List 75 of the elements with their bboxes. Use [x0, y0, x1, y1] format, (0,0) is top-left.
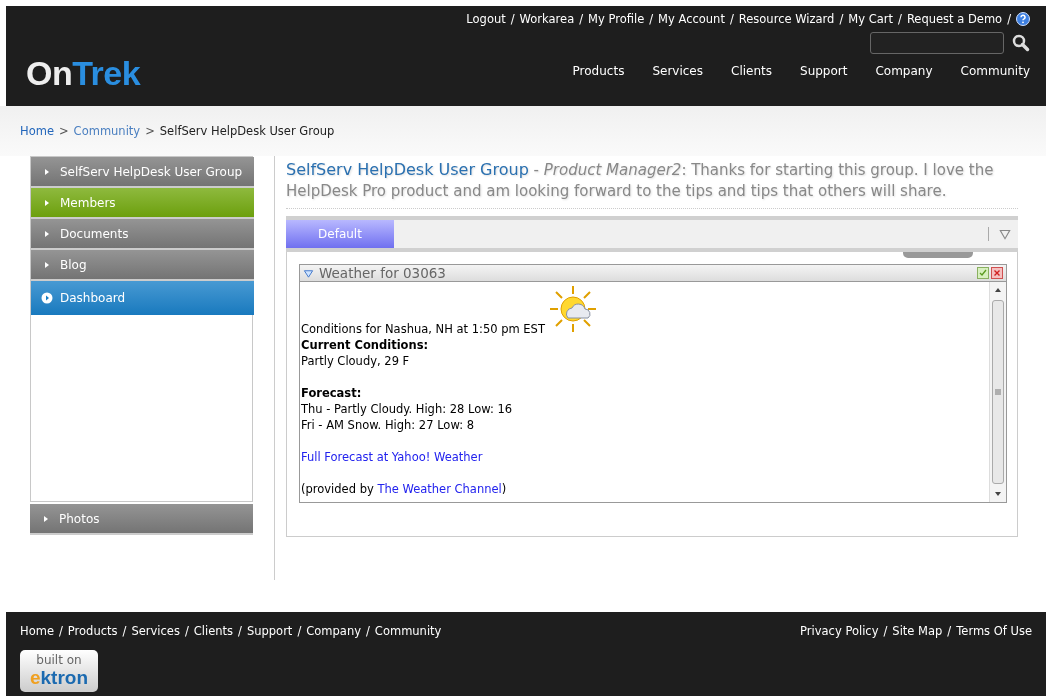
group-intro: SelfServ HelpDesk User Group - Product Manager2: Thanks for starting this group. I love the HelpDesk Pro product and am looking forward to the tips and tips that others will share.	[286, 156, 1018, 209]
nav-link[interactable]: Community	[960, 64, 1030, 78]
separator: /	[297, 624, 302, 638]
separator: /	[184, 624, 189, 638]
search-icon[interactable]	[1012, 34, 1030, 52]
nav-link[interactable]: Services	[652, 64, 703, 78]
nav-link[interactable]: Products	[572, 64, 625, 78]
top-link[interactable]: Request a Demo	[906, 12, 1003, 26]
top-link[interactable]: Workarea	[519, 12, 575, 26]
footer-link[interactable]: Home	[20, 624, 54, 638]
play-circle-icon	[41, 292, 53, 304]
breadcrumb-separator: >	[145, 124, 155, 138]
footer-link[interactable]: Clients	[193, 624, 234, 638]
breadcrumb-current: SelfServ HelpDesk User Group	[159, 124, 335, 138]
forecast-line: Thu - Partly Cloudy. High: 28 Low: 16	[301, 401, 514, 417]
check-icon[interactable]	[977, 267, 989, 279]
sidebar-item[interactable]: SelfServ HelpDesk User Group	[31, 157, 254, 188]
nav-link[interactable]: Support	[800, 64, 848, 78]
drag-handle[interactable]	[903, 252, 973, 258]
separator: /	[579, 12, 584, 26]
separator: /	[729, 12, 734, 26]
provided-text: (provided by	[301, 482, 374, 496]
help-icon[interactable]	[1016, 12, 1030, 26]
footer-link[interactable]: Support	[246, 624, 293, 638]
separator: /	[883, 624, 888, 638]
sidebar-item[interactable]: Dashboard	[31, 281, 254, 315]
scroll-thumb[interactable]	[992, 300, 1004, 484]
breadcrumb-link[interactable]: Home	[20, 124, 54, 138]
separator: /	[366, 624, 370, 638]
footer-link[interactable]: Terms Of Use	[956, 624, 1032, 638]
provided-text: )	[501, 482, 507, 496]
footer-link[interactable]: Privacy Policy	[800, 624, 879, 638]
sidebar-item[interactable]: Documents	[31, 219, 254, 250]
separator: /	[947, 624, 952, 638]
separator: /	[238, 624, 242, 638]
weather-channel-link[interactable]: The Weather Channel	[377, 482, 502, 496]
group-title-link[interactable]: SelfServ HelpDesk User Group	[286, 160, 529, 179]
widget-title: Weather for 03063	[319, 265, 447, 281]
current-heading: Current Conditions:	[301, 337, 430, 353]
top-link[interactable]: My Cart	[848, 12, 893, 26]
separator: /	[898, 12, 902, 26]
scrollbar[interactable]	[989, 282, 1006, 502]
top-link[interactable]: Logout	[466, 12, 506, 26]
collapse-triangle-icon[interactable]	[303, 267, 314, 279]
current-conditions: Partly Cloudy, 29 F	[301, 353, 411, 369]
nav-link[interactable]: Company	[875, 64, 933, 78]
separator: /	[1007, 12, 1011, 26]
search-field[interactable]	[870, 32, 1004, 54]
breadcrumb-link[interactable]: Community	[73, 124, 141, 138]
sidebar-item[interactable]: Blog	[31, 250, 254, 281]
built-on-ektron-badge[interactable]: built on ektron	[20, 650, 98, 692]
separator: /	[510, 12, 515, 26]
top-link[interactable]: My Profile	[588, 12, 645, 26]
sidebar-item[interactable]: Photos	[30, 504, 253, 535]
footer-link[interactable]: Site Map	[892, 624, 943, 638]
top-link[interactable]: My Account	[658, 12, 725, 26]
grip-lines-icon	[994, 388, 1002, 396]
separator: /	[649, 12, 654, 26]
nav-link[interactable]: Clients	[731, 64, 772, 78]
separator: /	[122, 624, 127, 638]
separator: /	[58, 624, 63, 638]
top-link[interactable]: Resource Wizard	[738, 12, 835, 26]
close-icon[interactable]	[991, 267, 1003, 279]
footer-link[interactable]: Products	[67, 624, 118, 638]
forecast-line: Fri - AM Snow. High: 27 Low: 8	[301, 417, 475, 433]
footer-link[interactable]: Company	[306, 624, 361, 638]
ontrek-logo[interactable]: OnTrek	[26, 54, 141, 94]
breadcrumb-separator: >	[58, 124, 69, 138]
footer-link[interactable]: Community	[374, 624, 442, 638]
conditions-text: Conditions for Nashua, NH at 1:50 pm EST	[301, 321, 546, 337]
sun-cloud-icon	[548, 284, 598, 334]
separator: /	[839, 12, 844, 26]
footer-link[interactable]: Services	[131, 624, 180, 638]
forecast-heading: Forecast:	[301, 385, 363, 401]
forecast-link[interactable]: Full Forecast at Yahoo! Weather	[301, 450, 483, 464]
